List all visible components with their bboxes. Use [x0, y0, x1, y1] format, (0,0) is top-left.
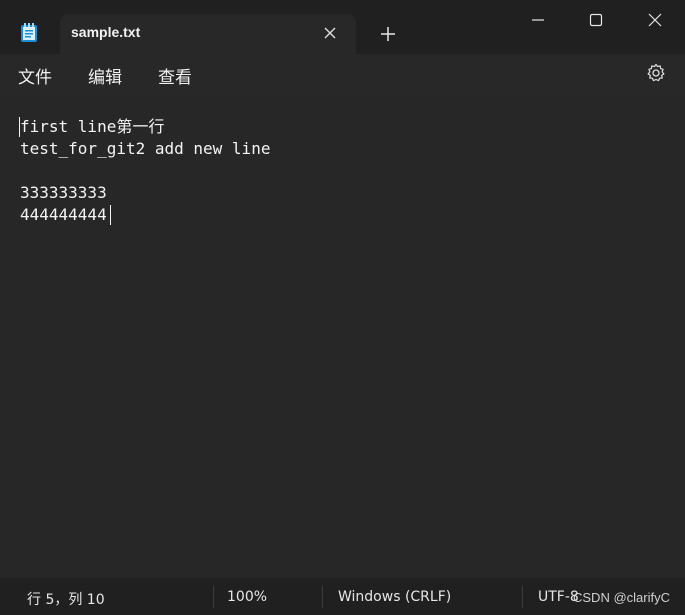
notepad-window: sample.txt 文件 编辑 查看 first line第一行 test_f…	[0, 0, 685, 615]
divider	[213, 586, 214, 608]
title-bar: sample.txt	[0, 0, 685, 54]
line-ending[interactable]: Windows (CRLF)	[338, 589, 451, 605]
menu-file[interactable]: 文件	[18, 63, 52, 88]
text-cursor	[110, 205, 111, 225]
menu-bar: 文件 编辑 查看	[0, 54, 685, 94]
status-bar: 行 5，列 10 100% Windows (CRLF) UTF-8 CSDN …	[0, 578, 685, 615]
maximize-button[interactable]	[568, 0, 626, 40]
tab-sample-txt[interactable]: sample.txt	[60, 14, 356, 54]
editor-line: 444444444	[20, 205, 107, 224]
close-icon	[648, 13, 662, 27]
zoom-level[interactable]: 100%	[227, 589, 267, 605]
divider	[522, 586, 523, 608]
menu-edit[interactable]: 编辑	[88, 63, 122, 88]
editor-line: first line第一行	[20, 117, 165, 136]
maximize-icon	[589, 13, 603, 27]
watermark: CSDN @clarifyC	[573, 590, 670, 605]
divider	[322, 586, 323, 608]
gear-icon[interactable]	[646, 63, 666, 83]
close-icon[interactable]	[322, 25, 338, 41]
notepad-icon	[20, 23, 38, 43]
close-window-button[interactable]	[627, 0, 685, 40]
tab-title: sample.txt	[71, 24, 141, 40]
text-editor[interactable]: first line第一行 test_for_git2 add new line…	[0, 94, 685, 578]
minimize-button[interactable]	[510, 0, 568, 40]
cursor-position: 行 5，列 10	[27, 592, 105, 608]
menu-view[interactable]: 查看	[158, 63, 192, 88]
plus-icon[interactable]	[379, 25, 397, 43]
editor-line: 333333333	[20, 183, 107, 202]
editor-line: test_for_git2 add new line	[20, 139, 271, 158]
minimize-icon	[532, 19, 544, 21]
